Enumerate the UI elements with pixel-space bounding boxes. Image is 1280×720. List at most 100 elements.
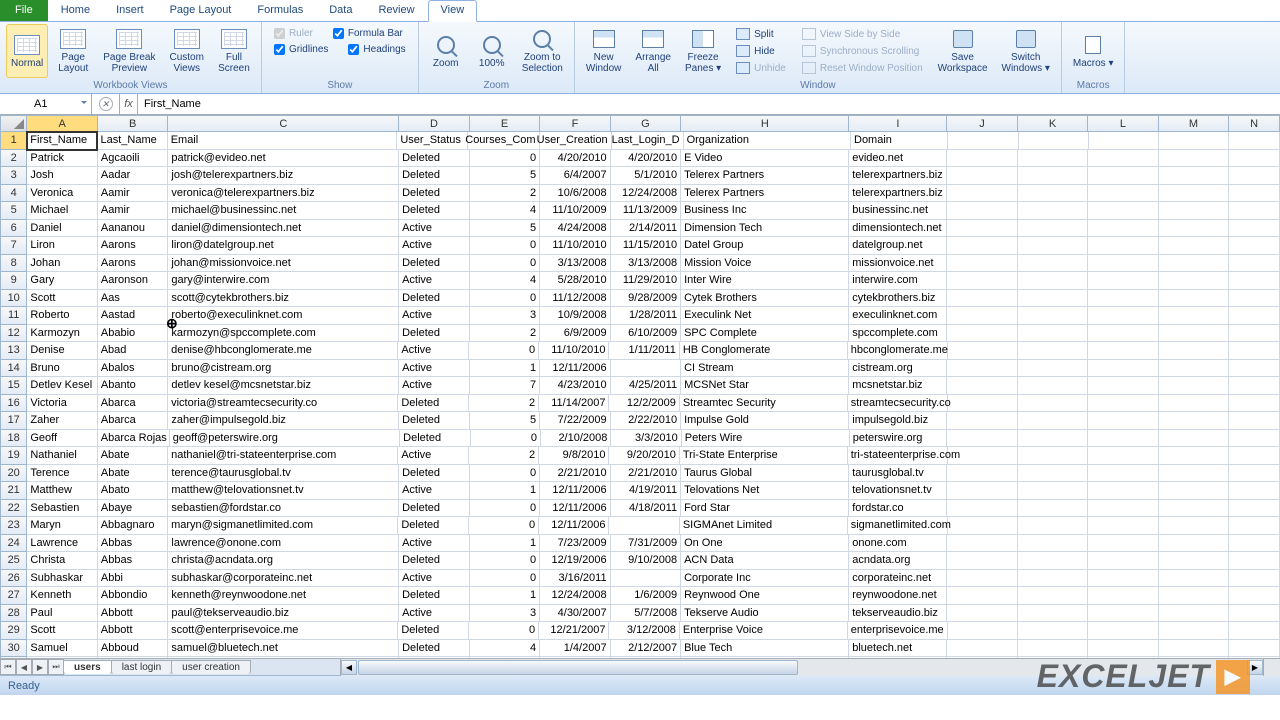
cell[interactable]: 0 bbox=[470, 500, 541, 518]
cell[interactable] bbox=[1018, 482, 1089, 500]
cell[interactable] bbox=[1159, 360, 1230, 378]
cell[interactable]: 5 bbox=[470, 167, 541, 185]
cell[interactable] bbox=[1159, 412, 1230, 430]
cell[interactable] bbox=[1088, 342, 1158, 360]
cell[interactable] bbox=[1229, 517, 1280, 535]
cell[interactable]: 12/21/2007 bbox=[539, 622, 609, 640]
row-header[interactable]: 19 bbox=[0, 447, 27, 465]
cell[interactable]: mcsnetstar.biz bbox=[849, 377, 947, 395]
new-window-button[interactable]: NewWindow bbox=[581, 24, 627, 78]
cell[interactable]: Deleted bbox=[399, 255, 470, 273]
cell[interactable]: bruno@cistream.org bbox=[168, 360, 399, 378]
cell[interactable]: terence@taurusglobal.tv bbox=[168, 465, 399, 483]
cell[interactable]: 3 bbox=[470, 605, 541, 623]
cell[interactable]: liron@datelgroup.net bbox=[168, 237, 399, 255]
cell[interactable] bbox=[1088, 272, 1159, 290]
cell[interactable]: SPC Complete bbox=[681, 325, 849, 343]
tab-data[interactable]: Data bbox=[316, 0, 365, 21]
cell[interactable] bbox=[1229, 412, 1280, 430]
cell[interactable]: Telerex Partners bbox=[681, 185, 849, 203]
cell[interactable]: Organization bbox=[684, 132, 851, 150]
cell[interactable] bbox=[1089, 132, 1159, 150]
cell[interactable]: 12/19/2006 bbox=[540, 552, 611, 570]
cell[interactable]: Taurus Global bbox=[681, 465, 849, 483]
cell[interactable]: 3/13/2008 bbox=[540, 255, 611, 273]
cell[interactable]: scott@enterprisevoice.me bbox=[168, 622, 398, 640]
sheet-nav[interactable]: ⏮◀▶⏭ bbox=[0, 659, 64, 675]
cell[interactable] bbox=[948, 517, 1018, 535]
cell[interactable] bbox=[1159, 167, 1230, 185]
cell[interactable]: Aananou bbox=[98, 220, 169, 238]
cell[interactable]: acndata.org bbox=[849, 552, 947, 570]
cell[interactable]: 7/22/2009 bbox=[540, 412, 611, 430]
cell[interactable]: Impulse Gold bbox=[681, 412, 849, 430]
cell[interactable]: tekserveaudio.biz bbox=[849, 605, 947, 623]
cell[interactable]: SIGMAnet Limited bbox=[680, 517, 848, 535]
cell[interactable] bbox=[1229, 272, 1280, 290]
cell[interactable] bbox=[1159, 272, 1230, 290]
column-headers[interactable]: ABCDEFGHIJKLMN bbox=[0, 115, 1280, 132]
cell[interactable] bbox=[1229, 430, 1280, 448]
cell[interactable]: veronica@telerexpartners.biz bbox=[168, 185, 399, 203]
col-header-L[interactable]: L bbox=[1088, 115, 1158, 132]
switch-windows-button[interactable]: SwitchWindows ▾ bbox=[997, 24, 1055, 78]
gridlines-checkbox[interactable]: Gridlines bbox=[270, 42, 332, 57]
tab-home[interactable]: Home bbox=[48, 0, 103, 21]
cell[interactable]: Abate bbox=[98, 465, 169, 483]
cell[interactable]: Aarons bbox=[98, 237, 169, 255]
cell[interactable]: 2/21/2010 bbox=[611, 465, 682, 483]
normal-button[interactable]: Normal bbox=[6, 24, 48, 78]
cell[interactable]: Deleted bbox=[399, 202, 470, 220]
cell[interactable]: Geoff bbox=[27, 430, 97, 448]
cell[interactable]: MCSNet Star bbox=[681, 377, 849, 395]
cell[interactable] bbox=[1019, 132, 1089, 150]
cell[interactable]: 6/4/2007 bbox=[540, 167, 611, 185]
row-header[interactable]: 13 bbox=[0, 342, 27, 360]
cell[interactable]: 0 bbox=[470, 255, 541, 273]
cell[interactable]: Active bbox=[399, 482, 470, 500]
cell[interactable]: 1 bbox=[470, 482, 541, 500]
cell[interactable]: 12/2/2009 bbox=[609, 395, 679, 413]
cell[interactable] bbox=[1159, 430, 1229, 448]
cell[interactable]: 2/14/2011 bbox=[611, 220, 682, 238]
cell[interactable]: 1/6/2009 bbox=[611, 587, 682, 605]
row-header[interactable]: 23 bbox=[0, 517, 27, 535]
cell[interactable] bbox=[947, 430, 1017, 448]
cell[interactable]: Zaher bbox=[27, 412, 98, 430]
cell[interactable]: Scott bbox=[27, 622, 97, 640]
cell[interactable]: Bruno bbox=[27, 360, 98, 378]
cell[interactable]: Abad bbox=[98, 342, 168, 360]
col-header-H[interactable]: H bbox=[681, 115, 849, 132]
cell[interactable]: Email bbox=[168, 132, 398, 150]
cell[interactable] bbox=[948, 447, 1018, 465]
cell[interactable]: 0 bbox=[469, 622, 539, 640]
cell[interactable]: 9/8/2010 bbox=[539, 447, 609, 465]
col-header-B[interactable]: B bbox=[98, 115, 168, 132]
cell[interactable]: Tekserve Audio bbox=[681, 605, 849, 623]
cell[interactable]: Deleted bbox=[399, 552, 470, 570]
cell[interactable]: 6/9/2009 bbox=[540, 325, 611, 343]
cell[interactable] bbox=[947, 255, 1018, 273]
col-header-N[interactable]: N bbox=[1229, 115, 1280, 132]
cell[interactable] bbox=[1088, 150, 1159, 168]
cell[interactable] bbox=[1229, 150, 1280, 168]
cell[interactable]: 2 bbox=[469, 395, 539, 413]
cell[interactable]: impulsegold.biz bbox=[849, 412, 947, 430]
cell[interactable]: businessinc.net bbox=[849, 202, 947, 220]
row-header[interactable]: 3 bbox=[0, 167, 27, 185]
cell[interactable]: kenneth@reynwoodone.net bbox=[168, 587, 399, 605]
cell[interactable]: Active bbox=[399, 220, 470, 238]
fx-icon[interactable]: fx bbox=[120, 94, 138, 114]
row-header[interactable]: 17 bbox=[0, 412, 27, 430]
row-header[interactable]: 6 bbox=[0, 220, 27, 238]
cell[interactable] bbox=[1159, 552, 1230, 570]
cell[interactable]: Reynwood One bbox=[681, 587, 849, 605]
cell[interactable]: Active bbox=[399, 377, 470, 395]
cell[interactable]: sebastien@fordstar.co bbox=[168, 500, 399, 518]
cell[interactable]: Deleted bbox=[398, 622, 468, 640]
cell[interactable]: matthew@telovationsnet.tv bbox=[168, 482, 399, 500]
cell[interactable]: enterprisevoice.me bbox=[848, 622, 948, 640]
cell[interactable]: 4/20/2010 bbox=[540, 150, 611, 168]
cell[interactable]: 4/30/2007 bbox=[540, 605, 611, 623]
cell[interactable]: Aaronson bbox=[98, 272, 169, 290]
